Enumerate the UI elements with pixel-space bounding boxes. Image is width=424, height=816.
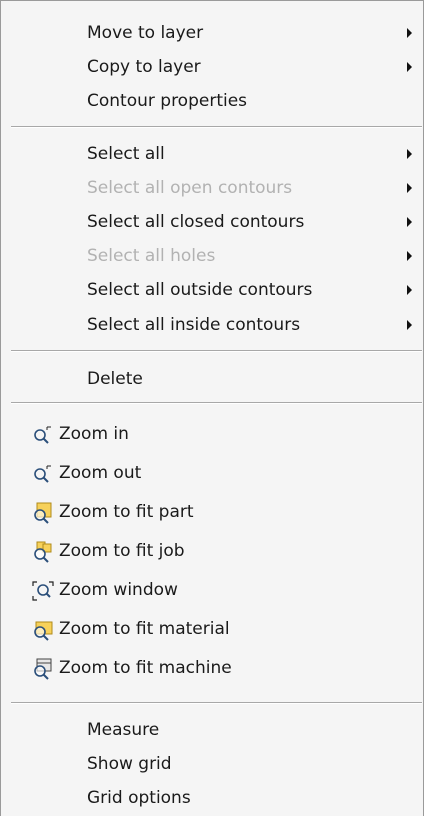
menu-item-label: Contour properties (87, 91, 248, 111)
submenu-arrow-icon (407, 149, 412, 159)
menu-item-label: Delete (87, 369, 143, 389)
menu-item-label: Zoom out (59, 463, 142, 483)
menu-separator (11, 350, 422, 352)
menu-item-label: Zoom to fit machine (59, 658, 232, 678)
zoom-fit-part-icon (34, 502, 52, 524)
submenu-arrow-icon (407, 217, 412, 227)
menu-item-grid-options[interactable]: Grid options (1, 784, 423, 812)
context-menu: Move to layer Copy to layer Contour prop… (0, 0, 424, 816)
menu-item-label: Select all closed contours (87, 212, 305, 232)
zoom-out-icon (34, 465, 51, 483)
menu-item-select-all-outside-contours[interactable]: Select all outside contours (1, 276, 423, 304)
menu-item-label: Zoom window (59, 580, 178, 600)
menu-item-select-all-open-contours: Select all open contours (1, 174, 423, 202)
submenu-arrow-icon (407, 62, 412, 72)
menu-item-zoom-out[interactable]: Zoom out (1, 459, 423, 487)
menu-item-label: Copy to layer (87, 57, 201, 77)
menu-item-label: Select all inside contours (87, 315, 301, 335)
menu-separator (11, 126, 422, 128)
submenu-arrow-icon (407, 183, 412, 193)
menu-item-move-to-layer[interactable]: Move to layer (1, 19, 423, 47)
menu-item-measure[interactable]: Measure (1, 716, 423, 744)
submenu-arrow-icon (407, 285, 412, 295)
menu-item-zoom-window[interactable]: Zoom window (1, 576, 423, 604)
menu-item-label: Grid options (87, 788, 191, 808)
menu-item-select-all-holes: Select all holes (1, 242, 423, 270)
menu-item-zoom-to-fit-job[interactable]: Zoom to fit job (1, 537, 423, 565)
zoom-fit-machine-icon (34, 658, 52, 680)
menu-item-label: Zoom to fit material (59, 619, 230, 639)
submenu-arrow-icon (407, 320, 412, 330)
zoom-fit-job-icon (34, 541, 52, 563)
menu-item-label: Zoom in (59, 424, 129, 444)
menu-item-label: Select all (87, 144, 165, 164)
menu-item-zoom-to-fit-material[interactable]: Zoom to fit material (1, 615, 423, 643)
menu-item-zoom-to-fit-machine[interactable]: Zoom to fit machine (1, 654, 423, 682)
menu-item-label: Select all open contours (87, 178, 293, 198)
menu-item-select-all[interactable]: Select all (1, 140, 423, 168)
menu-item-zoom-in[interactable]: Zoom in (1, 420, 423, 448)
menu-item-label: Zoom to fit job (59, 541, 185, 561)
zoom-in-icon (34, 426, 51, 444)
menu-separator (11, 702, 422, 704)
submenu-arrow-icon (407, 28, 412, 38)
submenu-arrow-icon (407, 251, 412, 261)
zoom-window-icon (32, 581, 54, 601)
zoom-fit-material-icon (34, 621, 53, 641)
menu-item-label: Zoom to fit part (59, 502, 194, 522)
menu-item-label: Measure (87, 720, 160, 740)
menu-item-delete[interactable]: Delete (1, 365, 423, 393)
menu-item-copy-to-layer[interactable]: Copy to layer (1, 53, 423, 81)
menu-item-contour-properties[interactable]: Contour properties (1, 87, 423, 115)
menu-item-label: Show grid (87, 754, 172, 774)
menu-item-show-grid[interactable]: Show grid (1, 750, 423, 778)
menu-item-label: Select all outside contours (87, 280, 313, 300)
menu-separator (11, 402, 422, 404)
menu-item-label: Select all holes (87, 246, 216, 266)
menu-item-label: Move to layer (87, 23, 204, 43)
menu-item-zoom-to-fit-part[interactable]: Zoom to fit part (1, 498, 423, 526)
menu-item-select-all-closed-contours[interactable]: Select all closed contours (1, 208, 423, 236)
menu-item-select-all-inside-contours[interactable]: Select all inside contours (1, 311, 423, 339)
